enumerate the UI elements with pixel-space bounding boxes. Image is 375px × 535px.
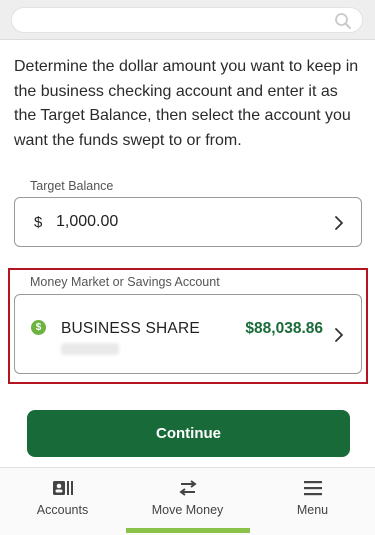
transfer-icon	[178, 480, 197, 496]
top-bar	[0, 0, 375, 40]
bottom-nav: Accounts Move Money Menu	[0, 467, 375, 535]
account-name: BUSINESS SHARE	[61, 320, 200, 337]
target-balance-value[interactable]: 1,000.00	[56, 213, 118, 231]
account-balance: $88,038.86	[245, 320, 323, 337]
chevron-right-icon	[335, 328, 343, 342]
instructions-text: Determine the dollar amount you want to …	[14, 58, 359, 149]
nav-label-move-money: Move Money	[151, 503, 224, 517]
target-balance-label: Target Balance	[30, 179, 114, 193]
currency-symbol: $	[34, 214, 43, 231]
account-selector[interactable]: $ BUSINESS SHARE $88,038.86	[14, 294, 362, 374]
masked-account-number	[61, 343, 119, 355]
nav-label-menu: Menu	[296, 503, 329, 517]
nav-item-accounts[interactable]: Accounts	[0, 468, 125, 535]
search-input[interactable]	[11, 7, 363, 33]
account-label: Money Market or Savings Account	[30, 275, 220, 289]
accounts-icon	[52, 481, 73, 495]
target-balance-field[interactable]: $ 1,000.00	[14, 197, 362, 247]
nav-item-menu[interactable]: Menu	[250, 468, 375, 535]
dollar-circle-icon: $	[31, 320, 46, 335]
chevron-right-icon	[335, 216, 343, 230]
hamburger-icon	[303, 481, 322, 496]
nav-label-accounts: Accounts	[36, 503, 89, 517]
continue-button[interactable]: Continue	[27, 410, 350, 457]
nav-item-move-money[interactable]: Move Money	[125, 468, 250, 535]
active-tab-indicator	[126, 528, 250, 533]
search-icon[interactable]	[334, 12, 352, 30]
